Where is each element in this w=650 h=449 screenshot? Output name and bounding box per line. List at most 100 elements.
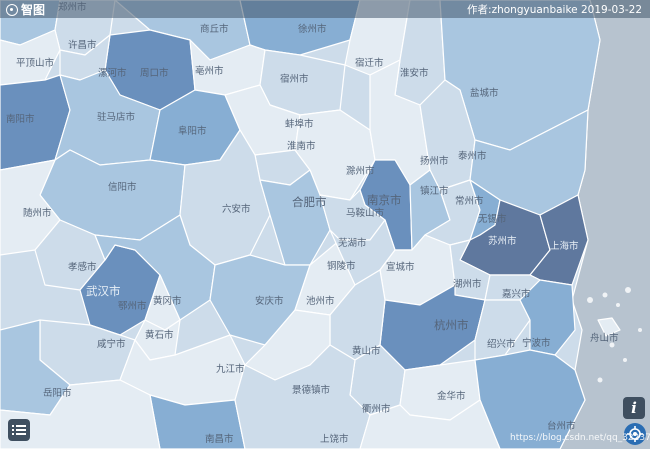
city-name: 芜湖市 <box>338 238 367 249</box>
city-label[interactable]: 杭州市 <box>434 317 469 333</box>
city-label[interactable]: 南阳市 <box>6 111 35 125</box>
city-name: 宁波市 <box>522 338 551 349</box>
logo[interactable]: 智图 <box>6 1 45 18</box>
city-label[interactable]: 阜阳市 <box>178 123 207 137</box>
city-label[interactable]: 淮安市 <box>400 65 429 79</box>
city-name: 滁州市 <box>346 166 375 177</box>
header-bar: 智图 作者:zhongyuanbaike 2019-03-22 <box>0 0 650 18</box>
city-label[interactable]: 宁波市 <box>522 335 551 349</box>
city-label[interactable]: 岳阳市 <box>43 385 72 399</box>
city-label[interactable]: 漯河市 <box>98 65 127 79</box>
city-label[interactable]: 鄂州市 <box>118 298 147 312</box>
city-label[interactable]: 宿州市 <box>280 71 309 85</box>
city-label[interactable]: 平顶山市 <box>16 55 54 69</box>
city-label[interactable]: 芜湖市 <box>338 235 367 249</box>
city-name: 镇江市 <box>420 186 449 197</box>
city-label[interactable]: 台州市 <box>547 418 576 432</box>
city-label[interactable]: 南昌市 <box>205 431 234 445</box>
city-label[interactable]: 铜陵市 <box>327 258 356 272</box>
city-name: 徐州市 <box>298 24 327 35</box>
city-label[interactable]: 宣城市 <box>386 259 415 273</box>
logo-text: 智图 <box>21 3 46 17</box>
city-name: 盐城市 <box>470 88 499 99</box>
author-credit: 作者:zhongyuanbaike 2019-03-22 <box>467 4 642 16</box>
city-label[interactable]: 绍兴市 <box>487 336 516 350</box>
city-label[interactable]: 亳州市 <box>195 63 224 77</box>
city-label[interactable]: 许昌市 <box>68 37 97 51</box>
city-name: 随州市 <box>23 208 52 219</box>
city-label[interactable]: 武汉市 <box>86 283 121 299</box>
city-label[interactable]: 信阳市 <box>108 179 137 193</box>
city-label[interactable]: 常州市 <box>455 193 484 207</box>
city-label[interactable]: 衢州市 <box>362 401 391 415</box>
city-name: 上饶市 <box>320 434 349 445</box>
city-label[interactable]: 湖州市 <box>453 276 482 290</box>
city-name: 常州市 <box>455 196 484 207</box>
city-name: 淮安市 <box>400 68 429 79</box>
city-name: 孝感市 <box>68 262 97 273</box>
city-label[interactable]: 黄山市 <box>352 343 381 357</box>
city-name: 上海市 <box>550 241 579 252</box>
city-label[interactable]: 马鞍山市 <box>346 205 384 219</box>
city-label[interactable]: 滁州市 <box>346 163 375 177</box>
city-label[interactable]: 驻马店市 <box>97 109 135 123</box>
city-name: 亳州市 <box>195 66 224 77</box>
city-label[interactable]: 郑州市 <box>58 0 87 13</box>
city-name: 信阳市 <box>108 182 137 193</box>
city-name: 舟山市 <box>590 333 619 344</box>
city-label[interactable]: 孝感市 <box>68 259 97 273</box>
city-label[interactable]: 蚌埠市 <box>285 116 314 130</box>
city-label[interactable]: 上海市 <box>550 238 579 252</box>
city-name: 无锡市 <box>478 214 507 225</box>
city-name: 苏州市 <box>488 236 517 247</box>
city-name: 景德镇市 <box>292 385 331 396</box>
city-name: 马鞍山市 <box>346 208 385 219</box>
city-label[interactable]: 咸宁市 <box>97 336 126 350</box>
city-label[interactable]: 周口市 <box>140 65 169 79</box>
city-label[interactable]: 扬州市 <box>420 153 449 167</box>
city-label[interactable]: 随州市 <box>23 205 52 219</box>
city-name: 商丘市 <box>200 24 229 35</box>
info-button[interactable]: i <box>623 397 645 419</box>
city-label[interactable]: 徐州市 <box>298 21 327 35</box>
city-name: 六安市 <box>222 204 251 215</box>
city-name: 黄山市 <box>352 346 381 357</box>
city-label[interactable]: 六安市 <box>222 201 251 215</box>
city-name: 武汉市 <box>86 284 121 298</box>
city-name: 许昌市 <box>68 40 97 51</box>
city-label[interactable]: 无锡市 <box>478 211 507 225</box>
city-label[interactable]: 金华市 <box>437 388 466 402</box>
legend-list-button[interactable] <box>8 419 30 441</box>
city-name: 合肥市 <box>292 195 327 209</box>
city-name: 衢州市 <box>362 404 391 415</box>
city-label[interactable]: 九江市 <box>216 361 245 375</box>
city-label[interactable]: 景德镇市 <box>292 382 330 396</box>
city-name: 池州市 <box>306 296 335 307</box>
city-name: 绍兴市 <box>487 339 516 350</box>
city-label[interactable]: 商丘市 <box>200 21 229 35</box>
city-label[interactable]: 宿迁市 <box>355 55 384 69</box>
city-name: 周口市 <box>140 68 169 79</box>
city-label[interactable]: 镇江市 <box>420 183 449 197</box>
city-label[interactable]: 舟山市 <box>590 330 619 344</box>
city-label[interactable]: 黄石市 <box>145 327 174 341</box>
city-name: 驻马店市 <box>97 112 136 123</box>
city-name: 嘉兴市 <box>502 289 531 300</box>
city-label[interactable]: 池州市 <box>306 293 335 307</box>
city-name: 蚌埠市 <box>285 119 314 130</box>
city-label[interactable]: 盐城市 <box>470 85 499 99</box>
city-name: 铜陵市 <box>327 261 356 272</box>
city-name: 安庆市 <box>255 296 284 307</box>
city-label[interactable]: 淮南市 <box>287 138 316 152</box>
city-label[interactable]: 嘉兴市 <box>502 286 531 300</box>
city-name: 湖州市 <box>453 279 482 290</box>
city-label[interactable]: 上饶市 <box>320 431 349 445</box>
city-name: 宣城市 <box>386 262 415 273</box>
city-name: 杭州市 <box>434 318 469 332</box>
city-label[interactable]: 黄冈市 <box>153 293 182 307</box>
city-label[interactable]: 合肥市 <box>292 194 327 210</box>
city-label[interactable]: 安庆市 <box>255 293 284 307</box>
city-label[interactable]: 泰州市 <box>458 148 487 162</box>
city-label[interactable]: 苏州市 <box>488 233 517 247</box>
city-name: 平顶山市 <box>16 58 55 69</box>
